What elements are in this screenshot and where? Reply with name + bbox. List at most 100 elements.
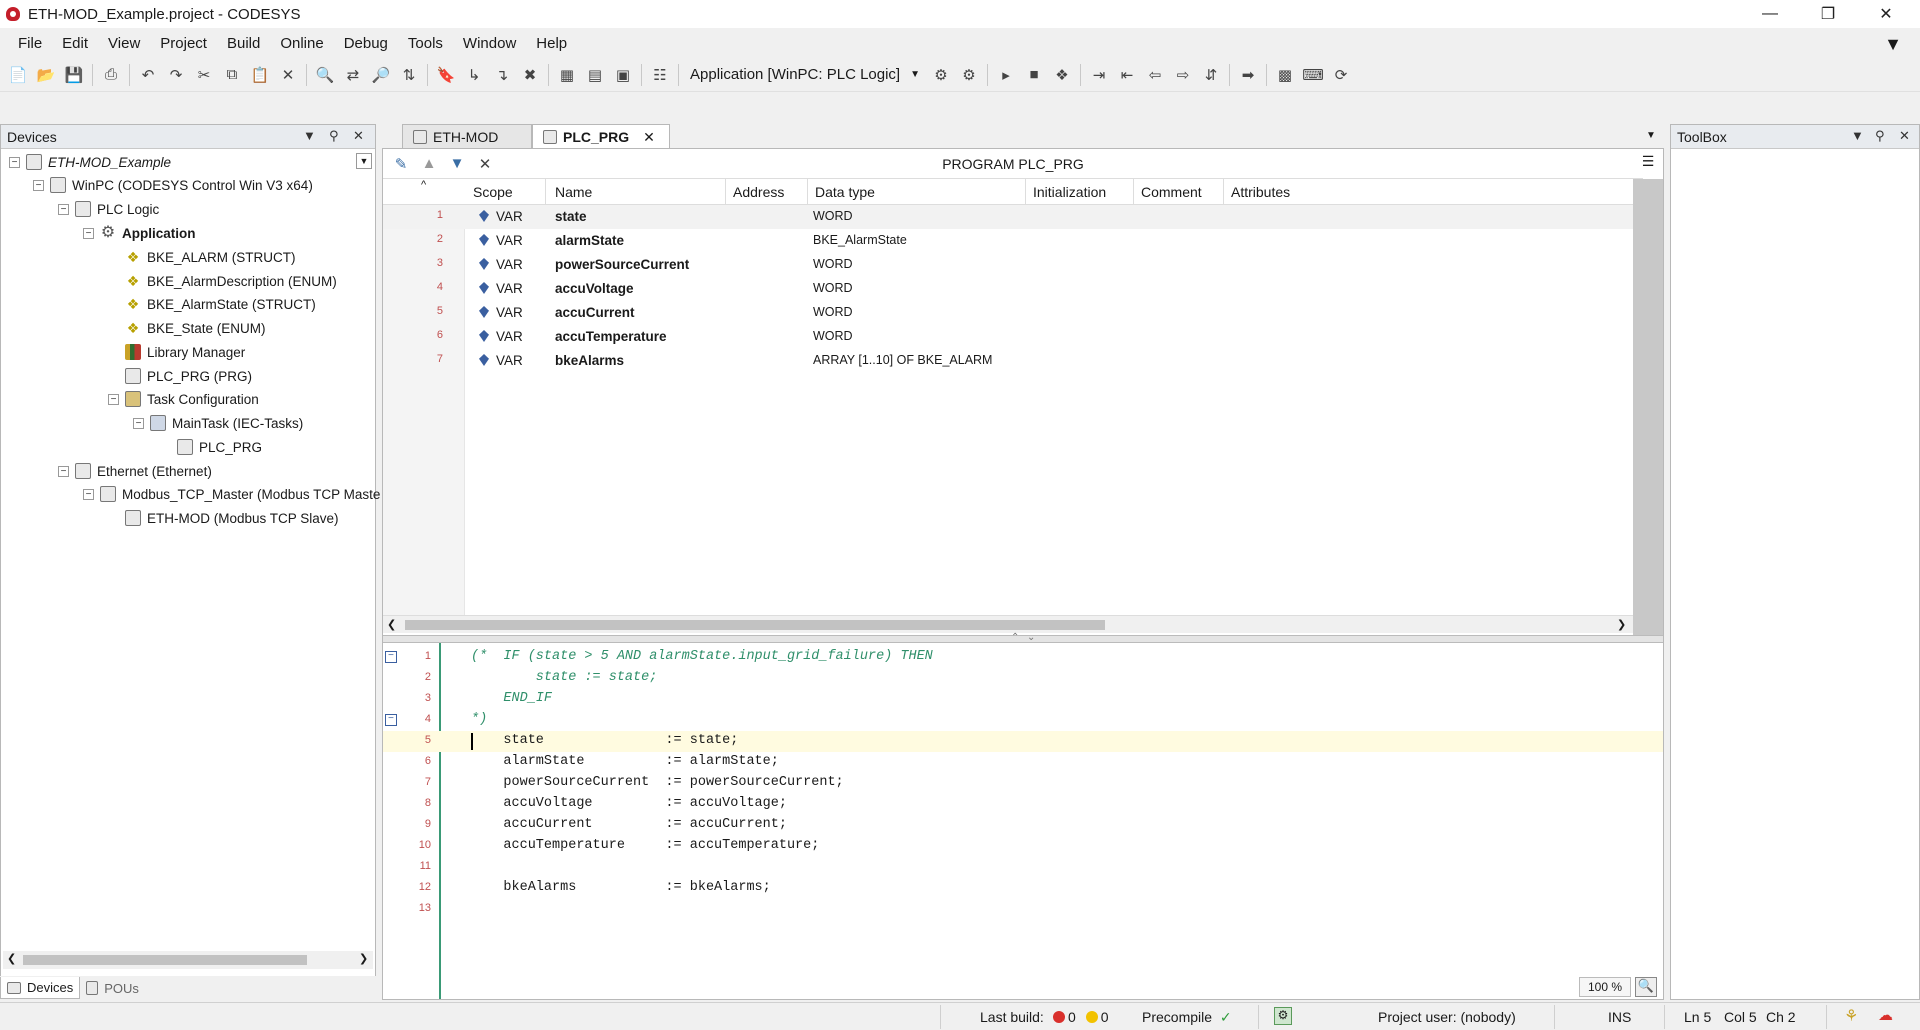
precompile-status[interactable]: Precompile ✓ (1142, 1009, 1232, 1026)
code-line[interactable]: 13 (383, 899, 1663, 920)
replace-icon[interactable]: ⇄ (341, 63, 365, 87)
tab-pous[interactable]: POUs (80, 977, 145, 999)
build-icon[interactable]: ▦ (555, 63, 579, 87)
close-icon[interactable]: ✕ (1899, 128, 1910, 144)
collapse-icon[interactable]: − (83, 227, 94, 239)
tree-item-task-configuration[interactable]: − Task Configuration (108, 388, 259, 410)
code-line[interactable]: 10 accuTemperature := accuTemperature; (383, 836, 1663, 857)
declaration-row[interactable]: 5 VAR accuCurrent WORD (383, 301, 1633, 325)
close-icon[interactable]: ✕ (353, 128, 364, 144)
pin-icon[interactable]: ⚲ (1875, 128, 1885, 144)
code-line[interactable]: 7 powerSourceCurrent := powerSourceCurre… (383, 773, 1663, 794)
tree-item-plc-prg[interactable]: PLC_PRG (PRG) (125, 365, 252, 387)
tree-item-ethernet[interactable]: − Ethernet (Ethernet) (58, 460, 212, 482)
stop-icon[interactable]: ■ (1022, 63, 1046, 87)
undo-icon[interactable]: ↶ (136, 63, 160, 87)
tree-item-eth-mod-slave[interactable]: ETH-MOD (Modbus TCP Slave) (125, 507, 339, 529)
declaration-row[interactable]: 4 VAR accuVoltage WORD (383, 277, 1633, 301)
scrollbar-thumb[interactable] (405, 620, 1105, 630)
fold-icon[interactable]: − (385, 651, 397, 663)
clipboard-icon[interactable]: ▣ (611, 63, 635, 87)
collapse-icon[interactable]: − (108, 393, 119, 405)
panel-menu-icon[interactable]: ▼ (1851, 128, 1864, 143)
find-icon[interactable]: 🔍 (313, 63, 337, 87)
print-icon[interactable]: ⎙ (99, 63, 123, 87)
build-errors[interactable]: 0 0 (1050, 1009, 1108, 1025)
declaration-row[interactable]: 6 VAR accuTemperature WORD (383, 325, 1633, 349)
menu-help[interactable]: Help (526, 35, 577, 52)
copy-icon[interactable]: ⧉ (220, 63, 244, 87)
new-project-icon[interactable]: 📄 (6, 63, 30, 87)
zoom-icon[interactable]: 🔍 (1635, 977, 1657, 997)
scroll-right-icon[interactable]: ❯ (359, 952, 368, 965)
reset-icon[interactable]: ❖ (1050, 63, 1074, 87)
paste-icon[interactable]: 📋 (248, 63, 272, 87)
application-selector[interactable]: Application [WinPC: PLC Logic] ▼ (683, 63, 927, 87)
menu-window[interactable]: Window (453, 35, 526, 52)
find-in-project-icon[interactable]: 🔎 (369, 63, 393, 87)
build-options-icon[interactable]: ▤ (583, 63, 607, 87)
step-into-icon[interactable]: ⇤ (1115, 63, 1139, 87)
force-values-icon[interactable]: ⌨ (1301, 63, 1325, 87)
tab-list-icon[interactable]: ▼ (1646, 130, 1656, 141)
tree-item-bke-alarm[interactable]: ❖ BKE_ALARM (STRUCT) (125, 246, 296, 268)
step-out-icon[interactable]: ⇦ (1143, 63, 1167, 87)
menu-tools[interactable]: Tools (398, 35, 453, 52)
tree-item-maintask[interactable]: − MainTask (IEC-Tasks) (133, 412, 303, 434)
declaration-row[interactable]: 2 VAR alarmState BKE_AlarmState (383, 229, 1633, 253)
tab-eth-mod[interactable]: ETH-MOD (402, 124, 532, 148)
tree-item-modbus-master[interactable]: − Modbus_TCP_Master (Modbus TCP Maste (83, 483, 380, 505)
minimize-button[interactable]: — (1742, 0, 1798, 28)
column-name[interactable]: Name (555, 184, 592, 200)
insert-mode[interactable]: INS (1608, 1009, 1631, 1025)
tree-item-plc-logic[interactable]: − PLC Logic (58, 198, 159, 220)
tab-devices[interactable]: Devices (0, 977, 81, 999)
declaration-row[interactable]: 3 VAR powerSourceCurrent WORD (383, 253, 1633, 277)
code-line-current[interactable]: 5 state := state; (383, 731, 1663, 752)
column-initialization[interactable]: Initialization (1033, 184, 1106, 200)
cloud-offline-icon[interactable]: ☁ (1878, 1006, 1893, 1024)
code-line[interactable]: − 1 (* IF (state > 5 AND alarmState.inpu… (383, 647, 1663, 668)
tree-item-bke-alarmdescription[interactable]: ❖ BKE_AlarmDescription (ENUM) (125, 270, 337, 292)
splitter-down-icon[interactable]: ⌄ (1027, 632, 1035, 643)
menu-project[interactable]: Project (150, 35, 217, 52)
move-down-icon[interactable]: ▼ (445, 152, 469, 176)
tree-item-device[interactable]: − WinPC (CODESYS Control Win V3 x64) (33, 174, 313, 196)
run-to-cursor-icon[interactable]: ⇨ (1171, 63, 1195, 87)
calendar-icon[interactable]: ☷ (648, 63, 672, 87)
tree-item-library-manager[interactable]: Library Manager (125, 341, 245, 363)
tree-item-application[interactable]: − ⚙ Application (83, 222, 196, 244)
tree-dropdown-icon[interactable]: ▼ (356, 153, 372, 169)
set-next-statement-icon[interactable]: ⇵ (1199, 63, 1223, 87)
tree-item-plc-prg-call[interactable]: PLC_PRG (177, 436, 262, 458)
show-next-statement-icon[interactable]: ➡ (1236, 63, 1260, 87)
tree-item-project[interactable]: − ETH-MOD_Example (9, 151, 171, 173)
write-values-icon[interactable]: ▩ (1273, 63, 1297, 87)
devices-hscrollbar[interactable]: ❮ ❯ (3, 951, 373, 969)
security-shield-icon[interactable]: ⚘ (1844, 1006, 1858, 1026)
declaration-row[interactable]: 1 VAR state WORD (383, 205, 1633, 229)
delete-icon[interactable]: ✕ (473, 152, 497, 176)
column-address[interactable]: Address (733, 184, 784, 200)
code-line[interactable]: 8 accuVoltage := accuVoltage; (383, 794, 1663, 815)
collapse-icon[interactable]: − (58, 203, 69, 215)
column-attributes[interactable]: Attributes (1231, 184, 1290, 200)
restore-button[interactable]: ❐ (1800, 0, 1856, 28)
redo-icon[interactable]: ↷ (164, 63, 188, 87)
scrollbar-thumb[interactable] (23, 955, 307, 965)
code-line[interactable]: 6 alarmState := alarmState; (383, 752, 1663, 773)
menu-file[interactable]: File (8, 35, 52, 52)
column-comment[interactable]: Comment (1141, 184, 1202, 200)
login-icon[interactable]: ⚙ (929, 63, 953, 87)
menu-online[interactable]: Online (270, 35, 333, 52)
collapse-icon[interactable]: − (83, 488, 94, 500)
step-over-icon[interactable]: ⇥ (1087, 63, 1111, 87)
sort-icon[interactable]: ^ (421, 179, 426, 191)
close-tab-icon[interactable]: ✕ (643, 129, 655, 146)
declaration-row[interactable]: 7 VAR bkeAlarms ARRAY [1..10] OF BKE_ALA… (383, 349, 1633, 373)
tab-plc-prg[interactable]: PLC_PRG ✕ (532, 124, 670, 149)
declaration-vscrollbar[interactable] (1633, 179, 1663, 635)
start-icon[interactable]: ▸ (994, 63, 1018, 87)
column-scope[interactable]: Scope (473, 184, 513, 200)
zoom-level[interactable]: 100 % (1579, 977, 1631, 997)
